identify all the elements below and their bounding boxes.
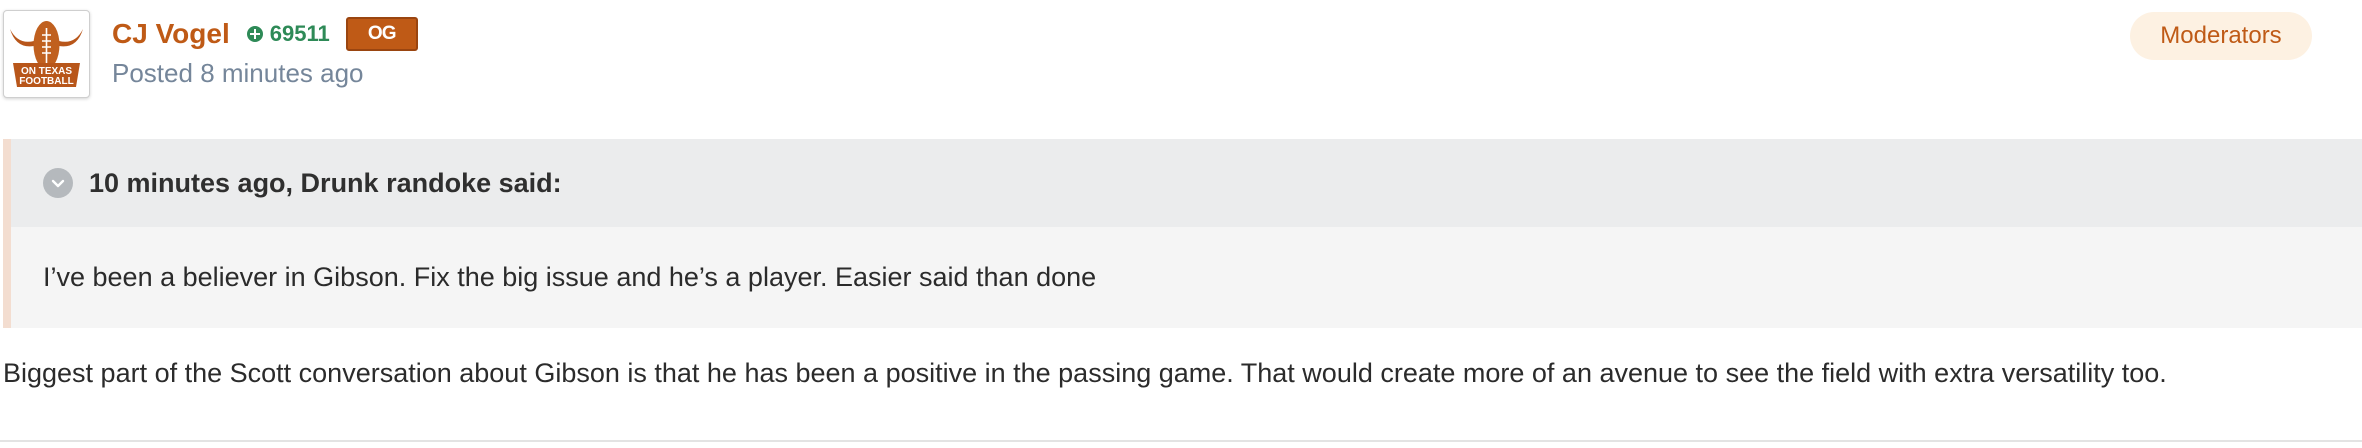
- forum-post: ON TEXAS FOOTBALL CJ Vogel 69511 OG Post…: [0, 0, 2362, 448]
- quote-citation[interactable]: 10 minutes ago, Drunk randoke said:: [89, 168, 562, 199]
- quote-header: 10 minutes ago, Drunk randoke said:: [11, 139, 2362, 227]
- quote-toggle-button[interactable]: [43, 168, 73, 198]
- quote-block: 10 minutes ago, Drunk randoke said: I’ve…: [3, 139, 2362, 328]
- posted-prefix: Posted: [112, 58, 193, 88]
- group-label: Moderators: [2160, 22, 2282, 49]
- on-texas-football-logo: ON TEXAS FOOTBALL: [10, 21, 83, 87]
- chevron-down-icon: [51, 179, 65, 188]
- plus-circle-icon: [246, 26, 263, 42]
- reputation-count: 69511: [269, 21, 330, 46]
- reputation-badge[interactable]: 69511: [246, 21, 330, 47]
- posted-time-link[interactable]: 8 minutes ago: [200, 58, 363, 88]
- author-name-link[interactable]: CJ Vogel: [112, 18, 230, 50]
- avatar-text-line2: FOOTBALL: [19, 76, 73, 87]
- group-badge: Moderators: [2130, 12, 2312, 60]
- author-line: CJ Vogel 69511 OG: [112, 14, 418, 54]
- post-divider: [0, 440, 2362, 442]
- og-badge-label: OG: [367, 23, 397, 44]
- post-meta: Posted 8 minutes ago: [112, 58, 364, 89]
- quote-text: I’ve been a believer in Gibson. Fix the …: [43, 262, 1097, 292]
- author-avatar[interactable]: ON TEXAS FOOTBALL: [3, 10, 90, 98]
- og-badge: OG: [345, 17, 418, 51]
- post-body-text: Biggest part of the Scott conversation a…: [3, 358, 2167, 388]
